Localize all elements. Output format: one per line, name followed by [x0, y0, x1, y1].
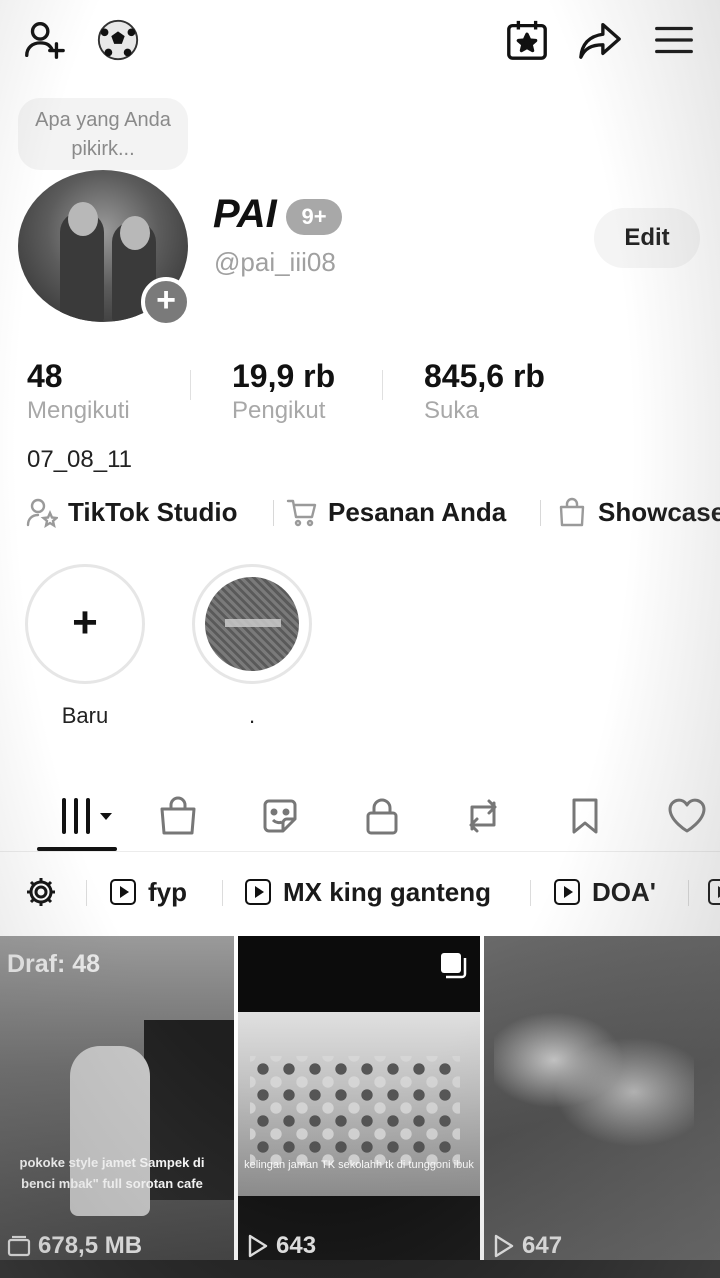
- story-thumbnail-text: [225, 619, 281, 627]
- divider: [190, 370, 191, 400]
- stat-likes[interactable]: 845,6 rb Suka: [424, 358, 545, 425]
- link-label: TikTok Studio: [68, 496, 238, 527]
- person-star-icon: [26, 498, 58, 528]
- divider: [530, 880, 531, 906]
- playlist-label: MX king ganteng: [283, 876, 491, 907]
- calendar-star-icon[interactable]: [503, 16, 551, 64]
- gear-icon[interactable]: [24, 866, 58, 918]
- video-grid: Draf: 48 pokoke style jamet Sampek di be…: [0, 936, 720, 1278]
- story-highlight[interactable]: [192, 564, 312, 684]
- playlist-chip[interactable]: DOA': [554, 866, 656, 918]
- playlist-chip-partial[interactable]: [708, 866, 720, 918]
- video-meta: 647: [490, 1232, 562, 1260]
- lock-icon[interactable]: [352, 786, 412, 846]
- bag-icon: [559, 497, 585, 527]
- view-count: 647: [522, 1232, 563, 1259]
- cart-icon: [286, 499, 317, 527]
- storage-icon: [7, 1235, 31, 1257]
- bio-text: 07_08_11: [27, 446, 132, 473]
- divider: [273, 500, 274, 526]
- next-row-edge: [0, 1260, 720, 1278]
- divider: [382, 370, 383, 400]
- showcase-link[interactable]: Showcase: [556, 492, 720, 532]
- add-story-button[interactable]: +: [141, 277, 191, 327]
- stat-label: Suka: [424, 397, 479, 424]
- link-label: Pesanan Anda: [328, 496, 507, 527]
- play-count-icon: [494, 1234, 514, 1258]
- divider: [222, 880, 223, 906]
- stat-following[interactable]: 48 Mengikuti: [27, 358, 130, 425]
- sticker-icon[interactable]: [250, 786, 310, 846]
- playlist-chips: fyp MX king ganteng DOA': [0, 866, 720, 918]
- orders-link[interactable]: Pesanan Anda: [286, 492, 506, 532]
- video-thumbnail-draft[interactable]: Draf: 48 pokoke style jamet Sampek di be…: [0, 936, 234, 1266]
- video-meta: 678,5 MB: [6, 1232, 142, 1260]
- bookmark-icon[interactable]: [555, 786, 615, 846]
- divider: [540, 500, 541, 526]
- video-size: 678,5 MB: [38, 1232, 143, 1259]
- menu-icon[interactable]: [650, 16, 698, 64]
- playlist-chip[interactable]: MX king ganteng: [245, 866, 491, 918]
- active-tab-indicator: [37, 847, 117, 851]
- link-label: Showcase: [598, 496, 720, 527]
- share-icon[interactable]: [576, 16, 624, 64]
- divider: [86, 880, 87, 906]
- story-label: .: [248, 703, 256, 728]
- stat-label: Mengikuti: [27, 397, 130, 424]
- video-caption: kelingan jaman TK sekolahh tk di tunggon…: [244, 1159, 474, 1171]
- grid-icon[interactable]: [52, 786, 122, 846]
- playlist-label: DOA': [592, 876, 656, 907]
- story-label: Baru: [61, 703, 109, 728]
- playlist-label: fyp: [148, 876, 187, 907]
- notification-badge[interactable]: 9+: [286, 199, 342, 235]
- add-friend-icon[interactable]: [20, 16, 68, 64]
- play-count-icon: [248, 1234, 268, 1258]
- avatar-head-right: [120, 216, 150, 250]
- display-name: PAI: [213, 192, 277, 236]
- multi-photo-icon: [441, 953, 467, 979]
- stat-followers[interactable]: 19,9 rb Pengikut: [232, 358, 335, 425]
- view-count: 643: [276, 1232, 317, 1259]
- tiktok-studio-link[interactable]: TikTok Studio: [26, 492, 237, 532]
- repost-icon[interactable]: [453, 786, 513, 846]
- play-icon: [708, 879, 720, 905]
- thought-bubble[interactable]: Apa yang Anda pikirk...: [18, 98, 188, 170]
- play-icon: [245, 879, 271, 905]
- thumbnail-group: [250, 1056, 460, 1166]
- heart-icon[interactable]: [657, 786, 717, 846]
- play-icon: [110, 879, 136, 905]
- soccer-ball-icon[interactable]: [94, 16, 142, 64]
- stat-value: 48: [27, 358, 63, 394]
- video-thumbnail[interactable]: kelingan jaman TK sekolahh tk di tunggon…: [238, 936, 480, 1266]
- draft-count: Draf: 48: [7, 950, 101, 978]
- username: @pai_iii08: [214, 247, 336, 277]
- thumbnail-cats: [494, 996, 694, 1156]
- plus-icon: +: [72, 598, 98, 647]
- video-caption: pokoke style jamet Sampek di benci mbak"…: [19, 1155, 205, 1191]
- video-thumbnail[interactable]: 647: [484, 936, 720, 1266]
- edit-profile-button[interactable]: Edit: [594, 208, 700, 268]
- top-bar: [0, 0, 720, 84]
- video-meta: 643: [244, 1232, 316, 1260]
- divider: [688, 880, 689, 906]
- stat-value: 845,6 rb: [424, 358, 545, 394]
- content-tabs: [0, 780, 720, 852]
- shopping-bag-icon[interactable]: [148, 786, 208, 846]
- stat-value: 19,9 rb: [232, 358, 336, 394]
- avatar-head-left: [68, 202, 98, 236]
- play-icon: [554, 879, 580, 905]
- stat-label: Pengikut: [232, 397, 326, 424]
- new-story-button[interactable]: +: [25, 564, 145, 684]
- playlist-chip[interactable]: fyp: [110, 866, 187, 918]
